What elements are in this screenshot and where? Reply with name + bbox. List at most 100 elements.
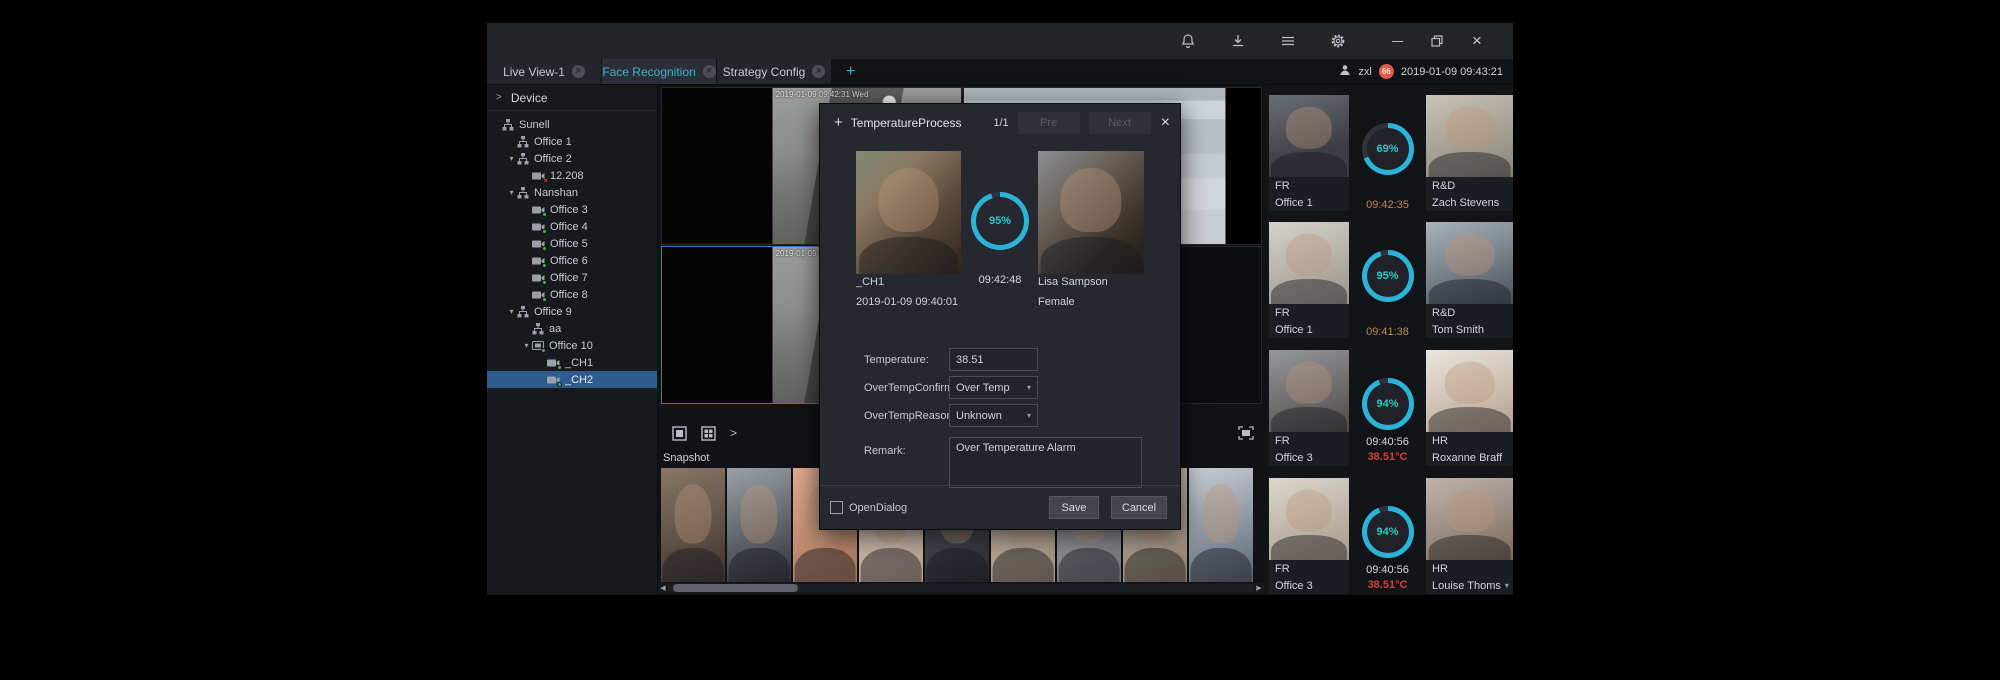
camera-icon [532, 273, 545, 283]
single-layout-icon[interactable] [672, 426, 687, 441]
match-score-column: 94%09:40:5638.51°C [1349, 478, 1426, 594]
tree-item-ch1[interactable]: _CH1 [487, 354, 657, 371]
tab-label: Live View-1 [503, 65, 565, 79]
tree-item-label: Sunell [519, 119, 550, 131]
tree-item-office-4[interactable]: Office 4 [487, 218, 657, 235]
tree-item-ch2[interactable]: _CH2 [487, 371, 657, 388]
scroll-left-icon[interactable]: ◀ [658, 584, 668, 592]
match-gender: Female [1038, 296, 1075, 308]
tree-item-office-7[interactable]: Office 7 [487, 269, 657, 286]
similarity-ring: 69% [1362, 123, 1414, 175]
minimize-button[interactable] [1377, 41, 1417, 42]
open-dialog-checkbox[interactable] [830, 501, 843, 514]
settings-gear-icon[interactable] [1313, 33, 1363, 49]
capture-time: 09:40:56 [1366, 564, 1409, 576]
result-row-tom-smith[interactable]: FROffice 195%09:41:38R&DTom Smith [1269, 222, 1513, 338]
matched-card[interactable]: R&DZach Stevens [1426, 95, 1513, 211]
result-row-zach-stevens[interactable]: FROffice 169%09:42:35R&DZach Stevens [1269, 95, 1513, 211]
captured-card[interactable]: FROffice 1 [1269, 95, 1349, 211]
snapshot-thumbnail[interactable] [661, 468, 725, 582]
title-bar: × [487, 23, 1513, 59]
tree-item-aa[interactable]: aa [487, 320, 657, 337]
add-tab-button[interactable]: + [832, 59, 869, 84]
tree-item-office-3[interactable]: Office 3 [487, 201, 657, 218]
matched-card[interactable]: HRLouise Thoms▾ [1426, 478, 1513, 594]
quad-layout-icon[interactable] [701, 426, 716, 441]
expander-down-icon[interactable]: ▾ [506, 154, 517, 163]
capture-location-label: Office 3 [1269, 449, 1349, 466]
bell-icon[interactable] [1163, 33, 1213, 49]
user-name[interactable]: zxl [1358, 66, 1371, 78]
tab-live-view-1[interactable]: Live View-1 × [487, 59, 601, 84]
tree-item-label: 12.208 [550, 170, 584, 182]
overtemp-confirm-select[interactable]: Over Temp ▾ [949, 376, 1038, 399]
device-section-header[interactable]: > Device [487, 85, 657, 111]
dialog-footer: OpenDialog Save Cancel [820, 485, 1180, 529]
scrollbar-thumb[interactable] [673, 584, 798, 592]
chevron-down-icon[interactable]: ▾ [1505, 581, 1509, 590]
tab-close-icon[interactable]: × [703, 65, 716, 78]
device-tree: SunellOffice 1▾Office 2×12.208▾NanshanOf… [487, 111, 657, 388]
captured-card[interactable]: FROffice 3 [1269, 478, 1349, 594]
camera-icon [532, 239, 545, 249]
tab-close-icon[interactable]: × [812, 65, 825, 78]
tree-item-office-1[interactable]: Office 1 [487, 133, 657, 150]
tab-close-icon[interactable]: × [572, 65, 585, 78]
match-name: Lisa Sampson [1038, 276, 1108, 288]
tree-item-12-208[interactable]: ×12.208 [487, 167, 657, 184]
open-dialog-label: OpenDialog [849, 502, 907, 514]
tree-item-sunell[interactable]: Sunell [487, 116, 657, 133]
cancel-button[interactable]: Cancel [1111, 496, 1167, 519]
tree-item-office-9[interactable]: ▾Office 9 [487, 303, 657, 320]
result-row-louise-thoms[interactable]: FROffice 394%09:40:5638.51°CHRLouise Tho… [1269, 478, 1513, 594]
captured-card[interactable]: FROffice 3 [1269, 350, 1349, 466]
save-button[interactable]: Save [1049, 496, 1099, 519]
overtemp-reason-select[interactable]: Unknown ▾ [949, 404, 1038, 427]
snapshot-thumbnail[interactable] [1189, 468, 1253, 582]
temperature-alert: 38.51°C [1368, 451, 1408, 463]
expander-down-icon[interactable]: ▾ [506, 307, 517, 316]
snapshot-label: Snapshot [663, 452, 709, 464]
recognition-results-panel: FROffice 169%09:42:35R&DZach StevensFROf… [1266, 85, 1513, 595]
org-group-icon [517, 153, 529, 165]
expander-down-icon[interactable]: ▾ [506, 188, 517, 197]
tree-item-office-5[interactable]: Office 5 [487, 235, 657, 252]
menu-icon[interactable] [1263, 33, 1313, 49]
snapshot-thumbnail[interactable] [727, 468, 791, 582]
expander-down-icon[interactable]: ▾ [521, 341, 532, 350]
pre-button[interactable]: Pre [1018, 112, 1080, 134]
dialog-close-icon[interactable]: × [1161, 116, 1170, 130]
temperature-input[interactable] [949, 348, 1038, 371]
tree-item-office-10[interactable]: ▾Office 10 [487, 337, 657, 354]
tree-item-nanshan[interactable]: ▾Nanshan [487, 184, 657, 201]
tree-item-office-8[interactable]: Office 8 [487, 286, 657, 303]
fullscreen-icon[interactable] [1238, 426, 1254, 440]
tab-face-recognition[interactable]: Face Recognition× [602, 59, 716, 84]
capture-source-label: FR [1269, 304, 1349, 321]
similarity-score: 69% [1376, 143, 1398, 155]
restore-button[interactable] [1417, 34, 1457, 48]
tab-strategy-config[interactable]: Strategy Config× [717, 59, 831, 84]
capture-location-label: Office 1 [1269, 194, 1349, 211]
next-button[interactable]: Next [1089, 112, 1151, 134]
matched-face-photo [1038, 151, 1144, 274]
matched-card[interactable]: HRRoxanne Braff [1426, 350, 1513, 466]
result-row-roxanne-braff[interactable]: FROffice 394%09:40:5638.51°CHRRoxanne Br… [1269, 350, 1513, 466]
close-window-button[interactable]: × [1457, 34, 1497, 48]
captured-card[interactable]: FROffice 1 [1269, 222, 1349, 338]
notification-badge[interactable]: 66 [1379, 64, 1394, 79]
matched-card[interactable]: R&DTom Smith [1426, 222, 1513, 338]
scrollbar-track[interactable] [668, 584, 1254, 592]
more-layouts-arrow-icon[interactable]: > [730, 426, 737, 440]
app-window: × Live View-1×Face Recognition×Strategy … [487, 23, 1513, 595]
tree-item-office-6[interactable]: Office 6 [487, 252, 657, 269]
remark-textarea[interactable]: Over Temperature Alarm [949, 437, 1142, 488]
capture-time: 09:41:38 [1366, 326, 1409, 338]
plus-icon: + [834, 114, 843, 131]
similarity-score: 94% [1376, 526, 1398, 538]
tree-item-office-2[interactable]: ▾Office 2 [487, 150, 657, 167]
scroll-right-icon[interactable]: ▶ [1254, 584, 1264, 592]
matched-face-photo [1426, 222, 1513, 304]
camera-icon [532, 256, 545, 266]
download-icon[interactable] [1213, 33, 1263, 49]
